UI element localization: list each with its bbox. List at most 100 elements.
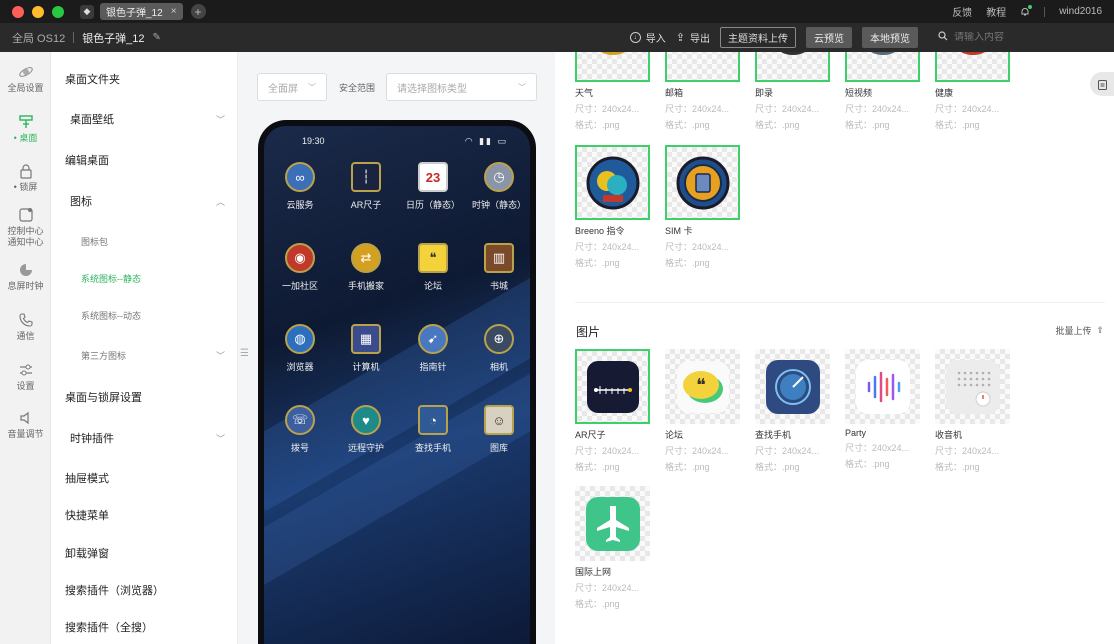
app-remote-guard[interactable]: ♥ 远程守护 <box>335 405 397 454</box>
icon-type-select[interactable]: 请选择图标类型 ﹀ <box>386 73 537 101</box>
menu-desktop-wallpaper[interactable]: 桌面壁纸 ﹀ <box>70 111 233 127</box>
icon-card-breeno[interactable]: Breeno 指令 尺寸：240x24... 格式：.png <box>575 145 655 269</box>
notification-bell-icon[interactable] <box>1020 4 1033 17</box>
app-ar-ruler[interactable]: ┆ AR尺子 <box>335 162 397 211</box>
cloud-preview-button[interactable]: 云预览 <box>806 27 852 48</box>
menu-drawer-mode[interactable]: 抽屉模式 <box>65 470 233 486</box>
camera-icon: ⊕ <box>484 324 514 354</box>
icon-card-sim[interactable]: SIM 卡 尺寸：240x24... 格式：.png <box>665 145 745 269</box>
maximize-window-button[interactable] <box>52 5 64 18</box>
sidebar-item-settings[interactable]: 设置 <box>0 362 51 392</box>
edit-icon[interactable]: ✎ <box>153 32 161 43</box>
minimize-window-button[interactable] <box>32 5 44 18</box>
thumbnail <box>845 52 920 82</box>
app-label: 云服务 <box>286 200 314 210</box>
card-format: 格式：.png <box>935 120 980 130</box>
local-preview-button[interactable]: 本地预览 <box>862 27 918 48</box>
upload-theme-button[interactable]: 主题资料上传 <box>720 27 796 48</box>
menu-label: 搜索插件（浏览器） <box>65 585 164 597</box>
app-dialer[interactable]: ☏ 拨号 <box>269 405 331 454</box>
card-name: 健康 <box>935 88 954 98</box>
icon-card-short-video[interactable]: 短视频 尺寸：240x24... 格式：.png <box>845 52 925 131</box>
icon-card-mail[interactable]: 邮箱 尺寸：240x24... 格式：.png <box>665 52 745 131</box>
search-box[interactable] <box>938 31 1098 44</box>
app-bookstore[interactable]: ▥ 书城 <box>468 243 530 292</box>
menu-desktop-folder[interactable]: 桌面文件夹 <box>65 71 233 87</box>
menu-edit-desktop[interactable]: 编辑桌面 <box>65 152 233 168</box>
username[interactable]: wind2016 <box>1059 6 1102 17</box>
app-calculator[interactable]: ▦ 计算机 <box>335 324 397 373</box>
app-find-phone[interactable]: ◔ 查找手机 <box>402 405 464 454</box>
new-tab-button[interactable]: + <box>190 4 206 19</box>
menu-search-plugin-browser[interactable]: 搜索插件（浏览器） <box>65 582 233 598</box>
heart-icon: ♥ <box>351 405 381 435</box>
menu-shortcut-menu[interactable]: 快捷菜单 <box>65 507 233 523</box>
menu-icons[interactable]: 图标 ︿ <box>70 193 233 209</box>
app-label: 论坛 <box>423 281 442 291</box>
card-size: 尺寸：240x24... <box>935 104 1000 114</box>
batch-upload-button[interactable]: 批量上传 ⇪ <box>1055 324 1104 337</box>
app-gallery[interactable]: ☺ 图库 <box>468 405 530 454</box>
image-card-intl-roaming[interactable]: 国际上网 尺寸：240x24... 格式：.png <box>575 486 655 610</box>
category-sidebar: 全局设置 • 桌面 • 锁屏 控制中心 通知中心 息屏时钟 通信 设置 音量调节 <box>0 52 51 644</box>
app-compass[interactable]: ➹ 指南针 <box>402 324 464 373</box>
sidebar-item-aod-clock[interactable]: 息屏时钟 <box>0 262 51 292</box>
app-camera[interactable]: ⊕ 相机 <box>468 324 530 373</box>
menu-system-icons-static[interactable]: 系统图标--静态 <box>81 272 233 285</box>
icon-card-weather[interactable]: 天气 尺寸：240x24... 格式：.png <box>575 52 655 131</box>
menu-search-plugin-all[interactable]: 搜索插件（全搜） <box>65 619 233 635</box>
sidebar-item-global-settings[interactable]: 全局设置 <box>0 64 51 94</box>
image-card-radio[interactable]: 收音机 尺寸：240x24... 格式：.png <box>935 349 1015 473</box>
icon-card-health[interactable]: 健康 尺寸：240x24... 格式：.png <box>935 52 1015 131</box>
thumbnail <box>755 52 830 82</box>
image-card-ar-ruler[interactable]: AR尺子 尺寸：240x24... 格式：.png <box>575 349 655 473</box>
menu-label: 卸载弹窗 <box>65 548 109 560</box>
image-card-find-phone[interactable]: 查找手机 尺寸：240x24... 格式：.png <box>755 349 835 473</box>
icon-card-recorder[interactable]: 即录 尺寸：240x24... 格式：.png <box>755 52 835 131</box>
app-forum[interactable]: ❝ 论坛 <box>402 243 464 292</box>
search-input[interactable] <box>954 32 1074 43</box>
feedback-link[interactable]: 反馈 <box>952 4 972 19</box>
image-card-forum[interactable]: ❝ 论坛 尺寸：240x24... 格式：.png <box>665 349 745 473</box>
close-tab-icon[interactable]: × <box>171 6 177 17</box>
app-calendar[interactable]: 23 日历（静态） <box>402 162 464 211</box>
thumbnail <box>935 52 1010 82</box>
community-icon: ◉ <box>285 243 315 273</box>
export-button[interactable]: ⇪ 导出 <box>676 30 710 45</box>
app-phone-clone[interactable]: ⇄ 手机搬家 <box>335 243 397 292</box>
scope-label[interactable]: 全局 OS12 <box>12 30 65 46</box>
card-name: AR尺子 <box>575 430 606 440</box>
screen-type-select[interactable]: 全面屏 ﹀ <box>257 73 327 101</box>
import-button[interactable]: ↓ 导入 <box>629 30 666 45</box>
settings-icon <box>18 362 34 378</box>
batch-upload-label: 批量上传 <box>1055 326 1092 336</box>
menu-system-icons-dynamic[interactable]: 系统图标--动态 <box>81 309 233 322</box>
menu-desktop-lock-settings[interactable]: 桌面与锁屏设置 <box>65 389 233 405</box>
app-browser[interactable]: ◍ 浏览器 <box>269 324 331 373</box>
menu-icon-pack[interactable]: 图标包 <box>81 235 233 248</box>
app-oneplus-community[interactable]: ◉ 一加社区 <box>269 243 331 292</box>
sidebar-item-volume[interactable]: 音量调节 <box>0 410 51 440</box>
sidebar-item-control-center[interactable]: 控制中心 通知中心 <box>0 207 51 248</box>
select-value: 全面屏 <box>268 83 298 95</box>
menu-clock-plugin[interactable]: 时钟插件 ﹀ <box>70 430 233 446</box>
app-label: 书城 <box>489 281 508 291</box>
clock-icon <box>18 262 34 278</box>
close-window-button[interactable] <box>12 5 24 18</box>
drag-handle-icon[interactable]: ☰ <box>240 348 249 359</box>
image-card-party[interactable]: Party 尺寸：240x24... 格式：.png <box>845 349 925 470</box>
app-cloud-service[interactable]: ∞ 云服务 <box>269 162 331 211</box>
menu-third-party-icons[interactable]: 第三方图标 ﹀ <box>81 349 233 362</box>
project-tab[interactable]: 银色子弹_12 × <box>100 3 183 20</box>
tutorial-link[interactable]: 教程 <box>986 4 1006 19</box>
sidebar-label: • 桌面 <box>13 133 38 143</box>
clipboard-icon[interactable] <box>1090 72 1114 96</box>
app-clock[interactable]: ◷ 时钟（静态） <box>468 162 530 211</box>
control-icon <box>18 207 34 223</box>
sidebar-item-communication[interactable]: 通信 <box>0 312 51 342</box>
menu-uninstall-popup[interactable]: 卸载弹窗 <box>65 545 233 561</box>
sidebar-item-lockscreen[interactable]: • 锁屏 <box>0 163 51 193</box>
card-format: 格式：.png <box>665 462 710 472</box>
card-size: 尺寸：240x24... <box>575 583 640 593</box>
sidebar-item-desktop[interactable]: • 桌面 <box>0 114 51 144</box>
